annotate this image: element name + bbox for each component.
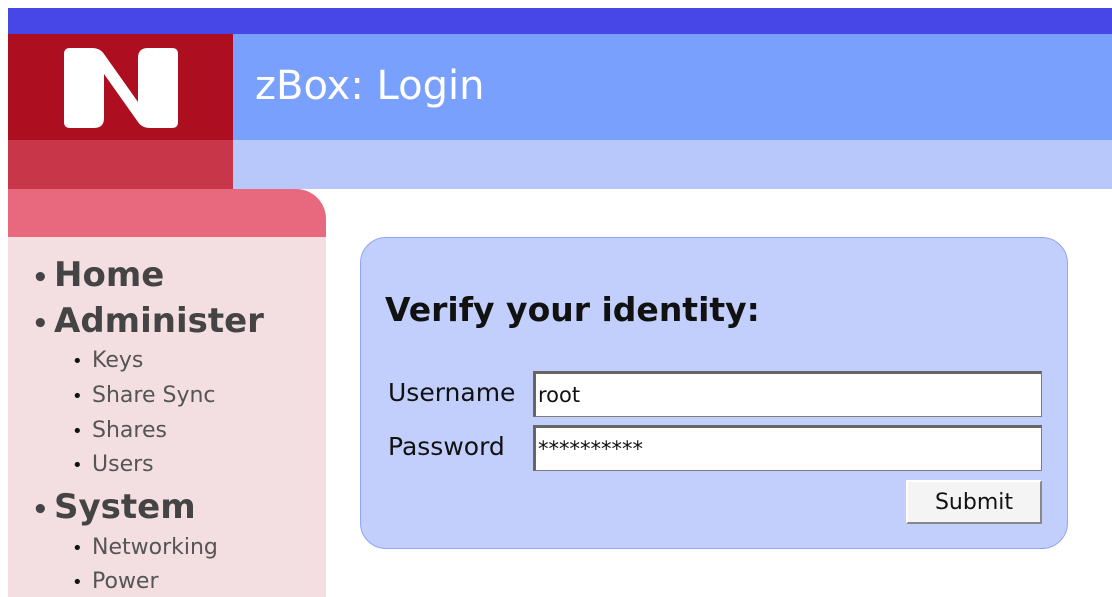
nav-networking[interactable]: • Networking	[72, 534, 218, 563]
logo-area	[8, 34, 233, 140]
nav-power-label: Power	[92, 569, 159, 594]
nav-home-label: Home	[54, 255, 165, 295]
left-margin	[0, 8, 8, 597]
nav-administer[interactable]: • Administer	[32, 301, 264, 344]
password-label: Password	[388, 432, 505, 461]
bullet: •	[32, 495, 49, 525]
nav-power[interactable]: • Power	[72, 568, 159, 597]
page-title: zBox: Login	[255, 63, 485, 109]
nav-users[interactable]: • Users	[72, 451, 154, 480]
nav-share-sync-label: Share Sync	[92, 383, 216, 408]
nav-keys-label: Keys	[92, 348, 144, 373]
accent-bar	[0, 8, 1112, 34]
nav-system[interactable]: • System	[32, 487, 196, 530]
bullet: •	[72, 538, 83, 559]
bullet: •	[32, 309, 49, 339]
nav-users-label: Users	[92, 452, 154, 477]
logo-lower-band	[8, 140, 233, 189]
top-white-strip	[0, 0, 1112, 8]
login-heading: Verify your identity:	[385, 290, 760, 329]
nav-administer-label: Administer	[54, 301, 264, 341]
bullet: •	[72, 572, 83, 593]
bullet: •	[72, 351, 83, 372]
nav-share-sync[interactable]: • Share Sync	[72, 382, 216, 411]
bullet: •	[72, 421, 83, 442]
password-input[interactable]	[533, 425, 1042, 471]
bullet: •	[72, 455, 83, 476]
nav-networking-label: Networking	[92, 535, 218, 560]
bullet: •	[72, 386, 83, 407]
header-subbar	[233, 140, 1112, 189]
nav-keys[interactable]: • Keys	[72, 347, 143, 376]
submit-button[interactable]: Submit	[906, 480, 1042, 524]
username-input[interactable]	[533, 371, 1042, 417]
sidebar-nav: • Home • Administer • Keys • Share Sync • Sha…	[8, 237, 326, 597]
zbox-logo-icon	[64, 48, 178, 128]
login-panel: Verify your identity: Username Password …	[360, 237, 1068, 549]
header-bar: zBox: Login	[233, 34, 1112, 140]
username-label: Username	[388, 378, 516, 407]
bullet: •	[32, 263, 49, 293]
sidebar-tab	[8, 189, 326, 237]
nav-shares[interactable]: • Shares	[72, 417, 167, 446]
nav-system-label: System	[54, 487, 196, 527]
nav-home[interactable]: • Home	[32, 255, 164, 298]
nav-shares-label: Shares	[92, 418, 167, 443]
